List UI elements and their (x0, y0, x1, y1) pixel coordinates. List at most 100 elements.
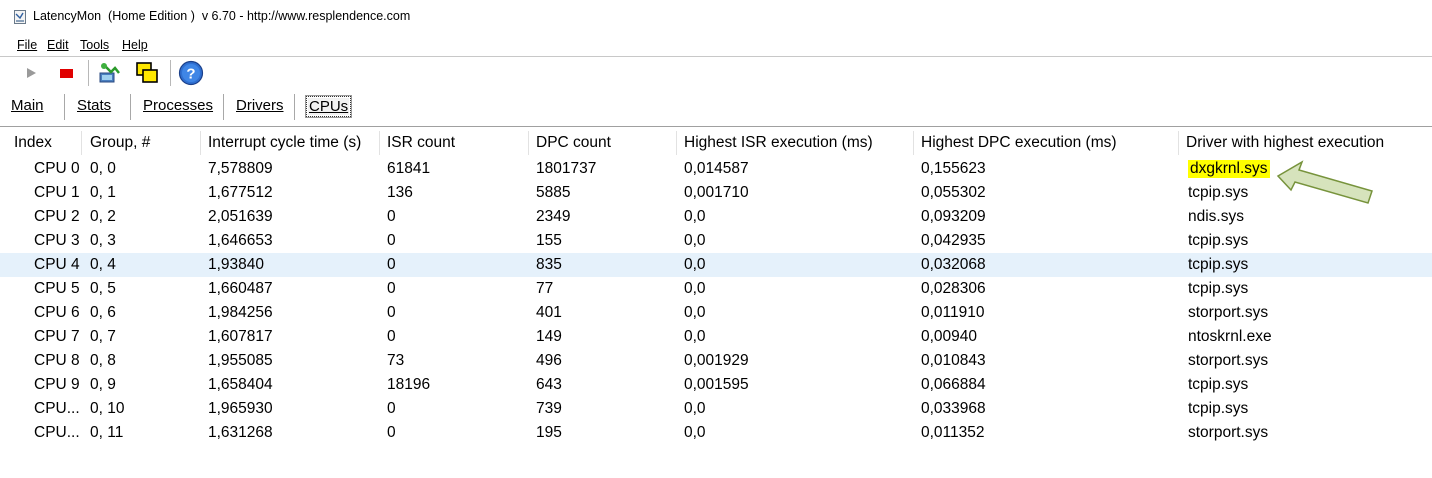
cell-dpc-count: 835 (536, 256, 562, 273)
tab-drivers[interactable]: Drivers (234, 96, 286, 115)
table-row[interactable]: CPU 8 0, 8 1,955085 73 496 0,001929 0,010843 st… (0, 349, 1432, 373)
toolbar: ? (0, 57, 1432, 91)
cell-index: CPU 1 (34, 184, 80, 201)
table-body: CPU 0 0, 0 7,578809 61841 1801737 0,014587 0,1… (0, 157, 1432, 445)
cell-highest-dpc: 0,033968 (921, 400, 986, 417)
table-row[interactable]: CPU 6 0, 6 1,984256 0 401 0,0 0,011910 storport… (0, 301, 1432, 325)
cell-dpc-count: 149 (536, 328, 562, 345)
table-row[interactable]: CPU 0 0, 0 7,578809 61841 1801737 0,014587 0,1… (0, 157, 1432, 181)
cell-highest-dpc: 0,066884 (921, 376, 986, 393)
tab-cpus[interactable]: CPUs (304, 95, 353, 118)
pointer-arrow-icon (1276, 160, 1373, 204)
column-header-driver[interactable]: Driver with highest execution (1186, 134, 1384, 152)
cell-isr-count: 0 (387, 280, 396, 297)
cell-index: CPU... (34, 400, 80, 417)
column-header-highest-isr[interactable]: Highest ISR execution (ms) (684, 134, 873, 152)
tab-stats-label: Stats (77, 97, 112, 114)
menu-help[interactable]: Help (122, 38, 148, 52)
menu-tools-label: Tools (80, 38, 110, 52)
cell-highest-isr: 0,0 (684, 400, 706, 417)
cell-index: CPU 4 (34, 256, 80, 273)
cell-group: 0, 9 (90, 376, 116, 393)
cell-driver: ntoskrnl.exe (1188, 328, 1272, 345)
cell-index: CPU 5 (34, 280, 80, 297)
cell-interrupt-cycle-time: 1,658404 (208, 376, 273, 393)
cell-index: CPU 8 (34, 352, 80, 369)
cell-highest-dpc: 0,011910 (921, 304, 985, 321)
start-monitor-button[interactable] (18, 60, 44, 86)
column-divider[interactable] (528, 131, 529, 155)
cell-group: 0, 0 (90, 160, 116, 177)
table-row[interactable]: CPU 3 0, 3 1,646653 0 155 0,0 0,042935 tcpip.sy… (0, 229, 1432, 253)
help-button[interactable]: ? (178, 60, 204, 86)
cell-highest-dpc: 0,032068 (921, 256, 986, 273)
cell-highest-isr: 0,001929 (684, 352, 749, 369)
table-row[interactable]: CPU 7 0, 7 1,607817 0 149 0,0 0,00940 ntoskrnl.… (0, 325, 1432, 349)
table-row[interactable]: CPU 4 0, 4 1,93840 0 835 0,0 0,032068 tcpip.sys (0, 253, 1432, 277)
cell-highest-dpc: 0,093209 (921, 208, 986, 225)
cell-highest-isr: 0,001595 (684, 376, 749, 393)
cell-dpc-count: 739 (536, 400, 562, 417)
column-divider[interactable] (379, 131, 380, 155)
cell-interrupt-cycle-time: 1,955085 (208, 352, 273, 369)
toolbar-divider (170, 60, 171, 86)
column-header-dpc-count[interactable]: DPC count (536, 134, 611, 152)
cell-highest-isr: 0,0 (684, 232, 706, 249)
tab-stats[interactable]: Stats (75, 96, 113, 115)
cell-group: 0, 5 (90, 280, 116, 297)
cell-isr-count: 0 (387, 328, 396, 345)
analyze-button[interactable] (96, 60, 122, 86)
column-header-group[interactable]: Group, # (90, 134, 150, 152)
column-header-index[interactable]: Index (14, 134, 52, 152)
table-row[interactable]: CPU 5 0, 5 1,660487 0 77 0,0 0,028306 tcpip.sys (0, 277, 1432, 301)
cell-driver: storport.sys (1188, 424, 1269, 441)
tab-divider (294, 94, 295, 120)
cell-dpc-count: 155 (536, 232, 562, 249)
menu-file[interactable]: File (17, 38, 37, 52)
cell-highest-dpc: 0,00940 (921, 328, 978, 345)
table-row[interactable]: CPU... 0, 11 1,631268 0 195 0,0 0,011352 storpo… (0, 421, 1432, 445)
table-row[interactable]: CPU... 0, 10 1,965930 0 739 0,0 0,033968 tcpip.… (0, 397, 1432, 421)
cell-isr-count: 73 (387, 352, 405, 369)
cell-dpc-count: 195 (536, 424, 562, 441)
tab-processes[interactable]: Processes (141, 96, 215, 115)
windows-button[interactable] (134, 60, 160, 86)
column-divider[interactable] (676, 131, 677, 155)
toolbar-divider (88, 60, 89, 86)
cell-interrupt-cycle-time: 7,578809 (208, 160, 273, 177)
windows-icon (136, 62, 158, 83)
cell-highest-dpc: 0,055302 (921, 184, 986, 201)
cell-interrupt-cycle-time: 1,984256 (208, 304, 273, 321)
cell-group: 0, 7 (90, 328, 116, 345)
cell-highest-isr: 0,0 (684, 280, 706, 297)
cell-group: 0, 10 (90, 400, 125, 417)
stop-monitor-button[interactable] (53, 60, 79, 86)
table-row[interactable]: CPU 1 0, 1 1,677512 136 5885 0,001710 0,055302… (0, 181, 1432, 205)
cell-index: CPU 2 (34, 208, 80, 225)
cell-interrupt-cycle-time: 1,93840 (208, 256, 265, 273)
column-header-interrupt-cycle-time[interactable]: Interrupt cycle time (s) (208, 134, 361, 152)
menu-bar: File Edit Tools Help (0, 34, 1432, 56)
cell-isr-count: 0 (387, 208, 396, 225)
column-header-isr-count[interactable]: ISR count (387, 134, 455, 152)
column-divider[interactable] (1178, 131, 1179, 155)
cell-highest-isr: 0,0 (684, 424, 706, 441)
menu-tools[interactable]: Tools (80, 38, 109, 52)
cell-highest-isr: 0,001710 (684, 184, 749, 201)
tab-main[interactable]: Main (9, 96, 46, 115)
cell-index: CPU 0 (34, 160, 80, 177)
window-title: LatencyMon (Home Edition ) v 6.70 - http… (33, 9, 411, 23)
cell-driver: tcpip.sys (1188, 376, 1249, 393)
table-row[interactable]: CPU 2 0, 2 2,051639 0 2349 0,0 0,093209 ndis.sy… (0, 205, 1432, 229)
cell-highest-isr: 0,0 (684, 208, 706, 225)
cell-highest-isr: 0,0 (684, 304, 706, 321)
column-divider[interactable] (913, 131, 914, 155)
column-divider[interactable] (200, 131, 201, 155)
column-header-highest-dpc[interactable]: Highest DPC execution (ms) (921, 134, 1117, 152)
tab-divider (64, 94, 65, 120)
menu-edit[interactable]: Edit (47, 38, 69, 52)
column-divider[interactable] (81, 131, 82, 155)
table-row[interactable]: CPU 9 0, 9 1,658404 18196 643 0,001595 0,06688… (0, 373, 1432, 397)
cell-group: 0, 2 (90, 208, 116, 225)
svg-text:?: ? (186, 66, 195, 83)
